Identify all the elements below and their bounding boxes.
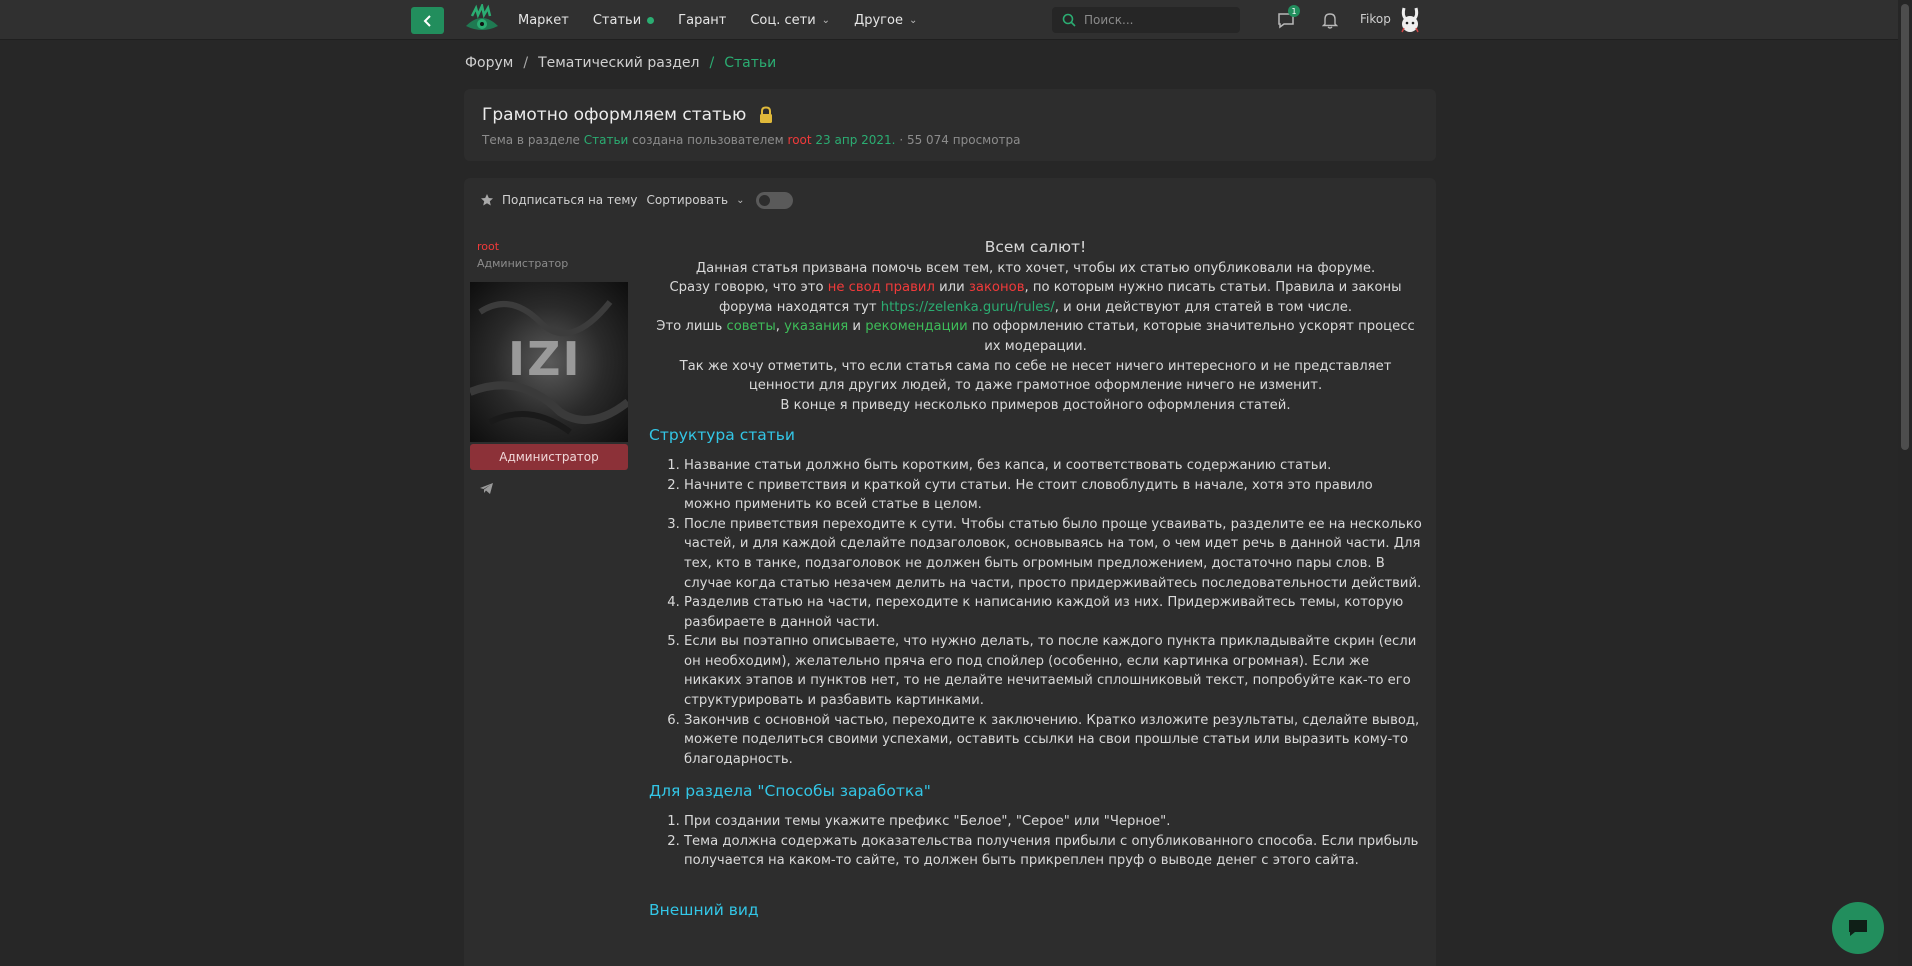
text: , и они действуют для статей в том числе… — [1054, 299, 1353, 315]
search-input[interactable]: Поиск... — [1052, 7, 1240, 33]
breadcrumb-forum[interactable]: Форум — [465, 55, 513, 71]
article-intro-2: Сразу говорю, что это не свод правил или… — [649, 278, 1422, 317]
subscribe-button[interactable]: Подписаться на тему — [502, 193, 638, 207]
search-icon — [1062, 13, 1076, 27]
highlight-word: рекомендации — [865, 319, 968, 335]
breadcrumb: Форум / Тематический раздел / Статьи — [465, 55, 776, 71]
back-button[interactable] — [411, 7, 444, 34]
article-intro-5: В конце я приведу несколько примеров дос… — [780, 397, 1291, 413]
article-greeting: Всем салют! — [984, 238, 1087, 256]
article-body: Всем салют! Данная статья призвана помоч… — [649, 238, 1422, 930]
text: Сразу говорю, что это — [669, 280, 828, 296]
meta-author-link[interactable]: root — [788, 133, 812, 147]
lock-icon — [760, 106, 773, 123]
article-intro-4: Так же хочу отметить, что если статья са… — [679, 358, 1392, 394]
page-scrollbar[interactable] — [1898, 0, 1912, 966]
highlight-word: указания — [784, 319, 849, 335]
sort-dropdown[interactable]: Сортировать — [647, 193, 729, 207]
list-item: Разделив статью на части, переходите к н… — [684, 593, 1422, 632]
list-item: Тема должна содержать доказательства пол… — [684, 832, 1422, 871]
thread-title: Грамотно оформляем статью — [482, 105, 774, 125]
nav-item-articles[interactable]: Статьи — [592, 12, 655, 28]
breadcrumb-articles[interactable]: Статьи — [724, 55, 776, 71]
chevron-down-icon: ⌄ — [736, 194, 745, 206]
notifications-button[interactable] — [1318, 9, 1342, 31]
author-role: Администратор — [477, 257, 569, 270]
post-toolbar: Подписаться на тему Сортировать ⌄ — [480, 190, 794, 210]
site-logo[interactable] — [464, 2, 500, 36]
chevron-down-icon: ⌄ — [908, 14, 918, 26]
thread-title-text: Грамотно оформляем статью — [482, 105, 747, 125]
list-item: Закончив с основной частью, переходите к… — [684, 711, 1422, 770]
username[interactable]: Fikop — [1360, 12, 1391, 26]
telegram-icon — [480, 483, 493, 494]
user-avatar[interactable] — [1397, 6, 1423, 34]
chevron-down-icon: ⌄ — [821, 14, 831, 26]
breadcrumb-separator: / — [709, 55, 715, 71]
active-dot-icon — [647, 16, 655, 24]
thread-header: Грамотно оформляем статью Тема в разделе… — [464, 89, 1436, 161]
chevron-left-icon — [423, 14, 431, 27]
article-intro-3: Это лишь советы, указания и рекомендации… — [649, 317, 1422, 356]
avatar-logo-text: IZI — [508, 332, 582, 386]
text: по оформлению статьи, которые значительн… — [967, 319, 1415, 354]
chat-bubble-icon — [1849, 920, 1867, 936]
text: Это лишь — [656, 319, 727, 335]
breadcrumb-section[interactable]: Тематический раздел — [538, 55, 699, 71]
text: , — [775, 319, 785, 335]
meta-section-link[interactable]: Статьи — [584, 133, 629, 147]
nav-label: Гарант — [678, 12, 727, 28]
nav-item-market[interactable]: Маркет — [518, 13, 569, 28]
top-navbar: Маркет Статьи Гарант Соц. сети ⌄ Другое ⌄ … — [0, 0, 1912, 40]
highlight-word: советы — [726, 319, 776, 335]
meta-views: · 55 074 просмотра — [899, 133, 1021, 147]
search-placeholder: Поиск... — [1084, 13, 1134, 27]
nav-label: Статьи — [592, 12, 642, 28]
meta-mid: создана пользователем — [632, 133, 784, 147]
telegram-link[interactable] — [479, 480, 494, 499]
chat-button[interactable] — [1832, 902, 1884, 954]
nav-item-other[interactable]: Другое ⌄ — [854, 13, 917, 28]
section-heading-earnings: Для раздела "Способы заработка" — [649, 782, 931, 801]
messages-button[interactable]: 1 — [1274, 5, 1300, 31]
nav-label: Соц. сети — [750, 12, 816, 28]
structure-list: Название статьи должно быть коротким, бе… — [684, 456, 1422, 770]
nav-label: Маркет — [518, 12, 569, 28]
author-name[interactable]: root — [477, 240, 499, 253]
nav-item-social[interactable]: Соц. сети ⌄ — [750, 13, 830, 28]
text: или — [934, 280, 969, 296]
laws-link[interactable]: законов — [969, 280, 1025, 295]
main-nav: Маркет Статьи Гарант Соц. сети ⌄ Другое ⌄ — [518, 0, 917, 40]
list-item: Если вы поэтапно описываете, что нужно д… — [684, 632, 1422, 710]
meta-date[interactable]: 23 апр 2021. — [815, 133, 895, 147]
scrollbar-thumb[interactable] — [1901, 4, 1909, 450]
bell-icon — [1322, 13, 1338, 29]
thread-meta: Тема в разделе Статьи создана пользовате… — [482, 133, 1021, 147]
rules-link[interactable]: не свод правил — [828, 280, 935, 295]
nav-item-garant[interactable]: Гарант — [678, 13, 726, 28]
author-avatar[interactable]: IZI — [470, 282, 628, 442]
list-item: При создании темы укажите префикс "Белое… — [684, 812, 1422, 832]
earnings-list: При создании темы укажите префикс "Белое… — [684, 812, 1422, 871]
article-intro-1: Данная статья призвана помочь всем тем, … — [695, 260, 1376, 276]
messages-badge: 1 — [1288, 5, 1300, 17]
list-item: Начните с приветствия и краткой сути ста… — [684, 476, 1422, 515]
rules-url-link[interactable]: https://zelenka.guru/rules/ — [881, 300, 1055, 315]
breadcrumb-separator: / — [523, 55, 529, 71]
admin-badge: Администратор — [470, 444, 628, 470]
list-item: Название статьи должно быть коротким, бе… — [684, 456, 1422, 476]
nav-label: Другое — [854, 12, 903, 28]
meta-prefix: Тема в разделе — [482, 133, 580, 147]
star-icon[interactable] — [480, 193, 494, 207]
view-toggle[interactable] — [756, 191, 794, 209]
section-heading-appearance: Внешний вид — [649, 900, 759, 919]
section-heading-structure: Структура статьи — [649, 426, 795, 445]
text: и — [848, 319, 866, 335]
list-item: После приветствия переходите к сути. Что… — [684, 515, 1422, 593]
toggle-knob — [759, 194, 771, 206]
